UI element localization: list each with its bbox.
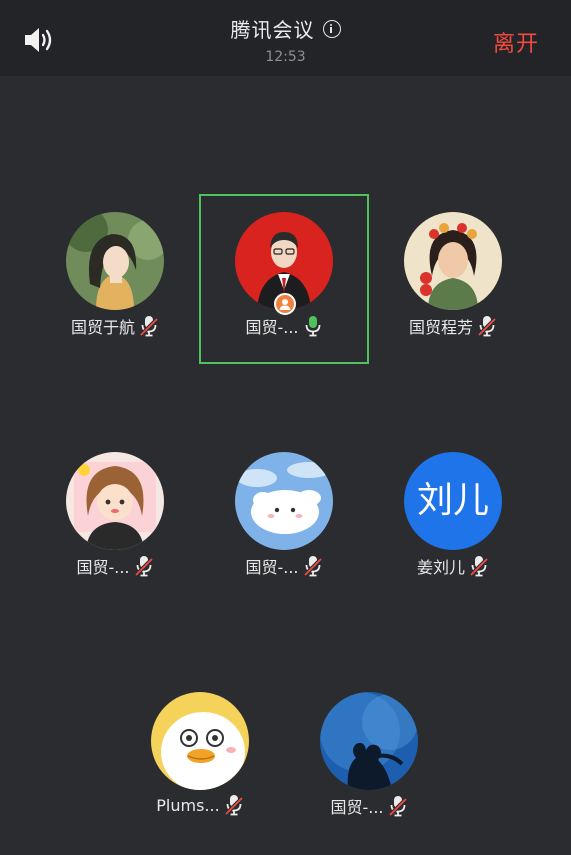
participant-name-row: 国贸程芳 xyxy=(368,314,538,338)
participant-tile[interactable]: 国贸-... xyxy=(284,674,454,844)
participant-name: 姜刘儿 xyxy=(416,558,465,577)
participant-tile[interactable]: 国贸-... xyxy=(30,434,200,604)
participant-name-row: 姜刘儿 xyxy=(368,554,538,578)
info-icon[interactable] xyxy=(322,19,341,38)
avatar xyxy=(235,452,333,550)
mic-muted-icon xyxy=(224,794,244,816)
avatar xyxy=(320,692,418,790)
participant-name: Plums... xyxy=(156,795,220,815)
meeting-title-area: 腾讯会议 12:53 xyxy=(0,14,571,65)
mic-active-icon xyxy=(303,315,323,337)
avatar xyxy=(66,212,164,310)
participant-name-row: 国贸于航 xyxy=(30,314,200,338)
participant-tile[interactable]: 国贸程芳 xyxy=(368,194,538,364)
participant-name: 国贸-... xyxy=(76,558,130,577)
participant-name: 国贸程芳 xyxy=(408,318,473,337)
mic-muted-icon xyxy=(469,555,489,577)
participant-name: 国贸于航 xyxy=(70,318,135,337)
mic-muted-icon xyxy=(134,555,154,577)
top-bar: 腾讯会议 12:53 离开 xyxy=(0,0,571,76)
avatar xyxy=(151,692,249,790)
mic-muted-icon xyxy=(303,555,323,577)
host-badge-icon xyxy=(274,293,296,315)
avatar xyxy=(404,212,502,310)
participant-name: 国贸-... xyxy=(245,318,299,337)
participant-tile[interactable]: 刘儿 姜刘儿 xyxy=(368,434,538,604)
mic-muted-icon xyxy=(139,315,159,337)
participant-tile[interactable]: Plums... xyxy=(115,674,285,844)
mic-muted-icon xyxy=(388,795,408,817)
avatar-initials: 刘儿 xyxy=(416,480,489,521)
participant-name-row: 国贸-... xyxy=(30,554,200,578)
participant-name-row: 国贸-... xyxy=(284,794,454,818)
participant-name-row: Plums... xyxy=(115,794,285,816)
participant-name: 国贸-... xyxy=(330,798,384,817)
participant-tile-active-speaker[interactable]: 国贸-... xyxy=(199,194,369,364)
participant-name-row: 国贸-... xyxy=(199,554,369,578)
meeting-clock: 12:53 xyxy=(265,49,306,65)
participant-tile[interactable]: 国贸-... xyxy=(199,434,369,604)
avatar xyxy=(66,452,164,550)
participant-name-row: 国贸-... xyxy=(201,314,367,338)
participant-tile[interactable]: 国贸于航 xyxy=(30,194,200,364)
avatar: 刘儿 xyxy=(404,452,502,550)
leave-button[interactable]: 离开 xyxy=(493,26,539,58)
meeting-title: 腾讯会议 xyxy=(230,18,315,42)
participant-name: 国贸-... xyxy=(245,558,299,577)
mic-muted-icon xyxy=(477,315,497,337)
